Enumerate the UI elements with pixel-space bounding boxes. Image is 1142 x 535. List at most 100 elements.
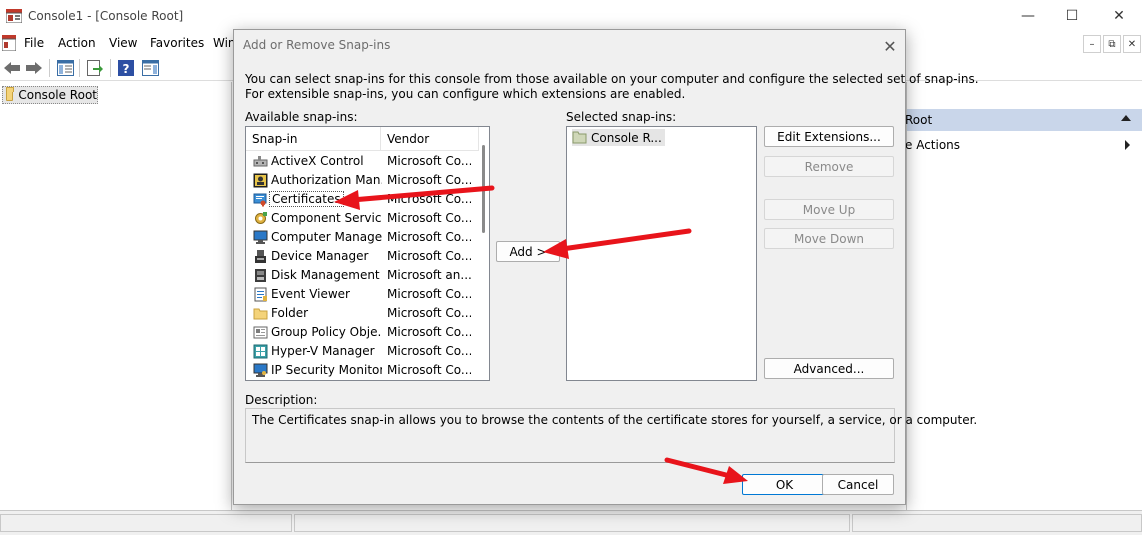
actions-section-header[interactable]: Root xyxy=(905,109,1142,131)
back-arrow-icon[interactable] xyxy=(2,58,22,78)
selected-snapins-list[interactable]: Console R... xyxy=(566,126,757,381)
hyperv-icon xyxy=(253,344,268,359)
snapin-vendor: Microsoft Co... xyxy=(387,325,471,339)
selected-snapin-label: Console R... xyxy=(591,130,662,145)
snapin-row[interactable]: Device Manager Microsoft Co... xyxy=(248,247,478,266)
toolbar-separator xyxy=(49,59,50,77)
show-action-pane-icon[interactable] xyxy=(140,58,160,78)
computer-management-icon xyxy=(253,230,268,244)
component-services-icon xyxy=(255,212,267,224)
selected-snapin-console-root[interactable]: Console R... xyxy=(572,129,665,146)
console-icon[interactable] xyxy=(2,35,16,51)
snapin-row[interactable]: Component Services Microsoft Co... xyxy=(248,209,478,228)
maximize-button[interactable]: ☐ xyxy=(1052,4,1092,28)
move-up-button[interactable]: Move Up xyxy=(764,199,894,220)
menu-action[interactable]: Action xyxy=(58,36,96,50)
snapin-row[interactable]: Group Policy Obje... Microsoft Co... xyxy=(248,323,478,342)
snapin-vendor: Microsoft Co... xyxy=(387,306,471,320)
snapin-name: Folder xyxy=(271,306,309,320)
snapin-vendor: Microsoft Co... xyxy=(387,249,471,263)
snapin-name: Device Manager xyxy=(271,249,369,263)
status-cell xyxy=(0,514,292,532)
actions-header-label: Root xyxy=(905,113,933,127)
group-policy-icon xyxy=(253,326,268,339)
help-icon[interactable]: ? xyxy=(116,58,136,78)
ip-security-icon xyxy=(253,363,268,377)
snapin-vendor: Microsoft Co... xyxy=(387,363,471,377)
authorization-icon xyxy=(253,173,268,188)
status-cell xyxy=(852,514,1142,532)
snapin-name: Certificates xyxy=(269,191,344,207)
ok-button[interactable]: OK xyxy=(742,474,827,495)
svg-text:?: ? xyxy=(123,62,130,76)
list-header: Snap-in Vendor xyxy=(246,127,479,151)
dialog-intro-line-2: For extensible snap-ins, you can configu… xyxy=(245,87,686,101)
snapin-vendor: Microsoft Co... xyxy=(387,230,471,244)
snapin-vendor: Microsoft Co... xyxy=(387,344,471,358)
snapin-name: ActiveX Control xyxy=(271,154,364,168)
snapin-row[interactable]: Folder Microsoft Co... xyxy=(248,304,478,323)
edit-extensions-button[interactable]: Edit Extensions... xyxy=(764,126,894,147)
show-tree-icon[interactable] xyxy=(55,58,75,78)
move-down-button[interactable]: Move Down xyxy=(764,228,894,249)
menu-view[interactable]: View xyxy=(109,36,137,50)
snapin-vendor: Microsoft Co... xyxy=(387,173,471,187)
minimize-button[interactable]: — xyxy=(1008,4,1048,28)
snapin-vendor: Microsoft Co... xyxy=(387,211,471,225)
cancel-button[interactable]: Cancel xyxy=(822,474,894,495)
scrollbar-thumb[interactable] xyxy=(482,145,485,233)
snapin-vendor: Microsoft an... xyxy=(387,268,471,282)
snapin-row[interactable]: Authorization Man... Microsoft Co... xyxy=(248,171,478,190)
snapin-name: Component Services xyxy=(271,211,382,225)
device-manager-icon xyxy=(255,250,266,263)
mdi-restore-button[interactable]: ⧉ xyxy=(1103,35,1121,53)
snapin-name: Group Policy Obje... xyxy=(271,325,382,339)
close-window-button[interactable]: ✕ xyxy=(1099,4,1139,28)
description-box: The Certificates snap-in allows you to b… xyxy=(245,408,977,463)
add-button[interactable]: Add > xyxy=(496,241,560,262)
actions-pane: Root e Actions xyxy=(905,82,1142,510)
disk-management-icon xyxy=(255,269,266,282)
available-snapins-label: Available snap-ins: xyxy=(245,110,358,124)
available-snapins-list[interactable]: Snap-in Vendor ActiveX Control Microsoft… xyxy=(245,126,490,381)
snapin-row[interactable]: ActiveX Control Microsoft Co... xyxy=(248,152,478,171)
list-scrollbar[interactable] xyxy=(479,127,489,380)
submenu-arrow-icon xyxy=(1125,140,1130,150)
status-bar xyxy=(0,510,1142,535)
snapin-row-selected[interactable]: Certificates Microsoft Co... xyxy=(248,190,478,209)
mdi-minimize-button[interactable]: – xyxy=(1083,35,1101,53)
export-list-icon[interactable] xyxy=(85,58,105,78)
snapin-name: IP Security Monitor xyxy=(271,363,382,377)
snapin-vendor: Microsoft Co... xyxy=(387,192,471,206)
snapin-row[interactable]: Computer Manage... Microsoft Co... xyxy=(248,228,478,247)
add-remove-snapins-dialog: Add or Remove Snap-ins ✕ You can select … xyxy=(233,29,979,505)
status-cell xyxy=(294,514,850,532)
mmc-app-icon xyxy=(6,9,22,23)
toolbar-separator xyxy=(110,59,111,77)
collapse-up-icon[interactable] xyxy=(1121,115,1131,121)
dialog-intro-line-1: You can select snap-ins for this console… xyxy=(245,72,979,86)
column-header-vendor[interactable]: Vendor xyxy=(381,127,479,151)
certificates-icon xyxy=(253,193,267,207)
dialog-close-button[interactable]: ✕ xyxy=(879,35,901,57)
forward-arrow-icon[interactable] xyxy=(24,58,44,78)
toolbar-separator xyxy=(79,59,80,77)
snapin-vendor: Microsoft Co... xyxy=(387,154,471,168)
selected-snapins-label: Selected snap-ins: xyxy=(566,110,677,124)
column-header-snapin[interactable]: Snap-in xyxy=(246,127,381,151)
window-title: Console1 - [Console Root] xyxy=(28,9,184,23)
snapin-name: Authorization Man... xyxy=(271,173,382,187)
menu-favorites[interactable]: Favorites xyxy=(150,36,204,50)
snapin-row[interactable]: Hyper-V Manager Microsoft Co... xyxy=(248,342,478,361)
remove-button[interactable]: Remove xyxy=(764,156,894,177)
more-actions-item[interactable]: e Actions xyxy=(905,138,960,152)
snapin-row[interactable]: IP Security Monitor Microsoft Co... xyxy=(248,361,478,380)
mdi-close-button[interactable]: ✕ xyxy=(1123,35,1141,53)
snapin-row[interactable]: Disk Management Microsoft an... xyxy=(248,266,478,285)
tree-item-console-root[interactable]: Console Root xyxy=(2,86,98,104)
snapin-name: Computer Manage... xyxy=(271,230,382,244)
menu-file[interactable]: File xyxy=(24,36,44,50)
advanced-button[interactable]: Advanced... xyxy=(764,358,894,379)
event-viewer-icon xyxy=(254,287,267,302)
snapin-row[interactable]: Event Viewer Microsoft Co... xyxy=(248,285,478,304)
